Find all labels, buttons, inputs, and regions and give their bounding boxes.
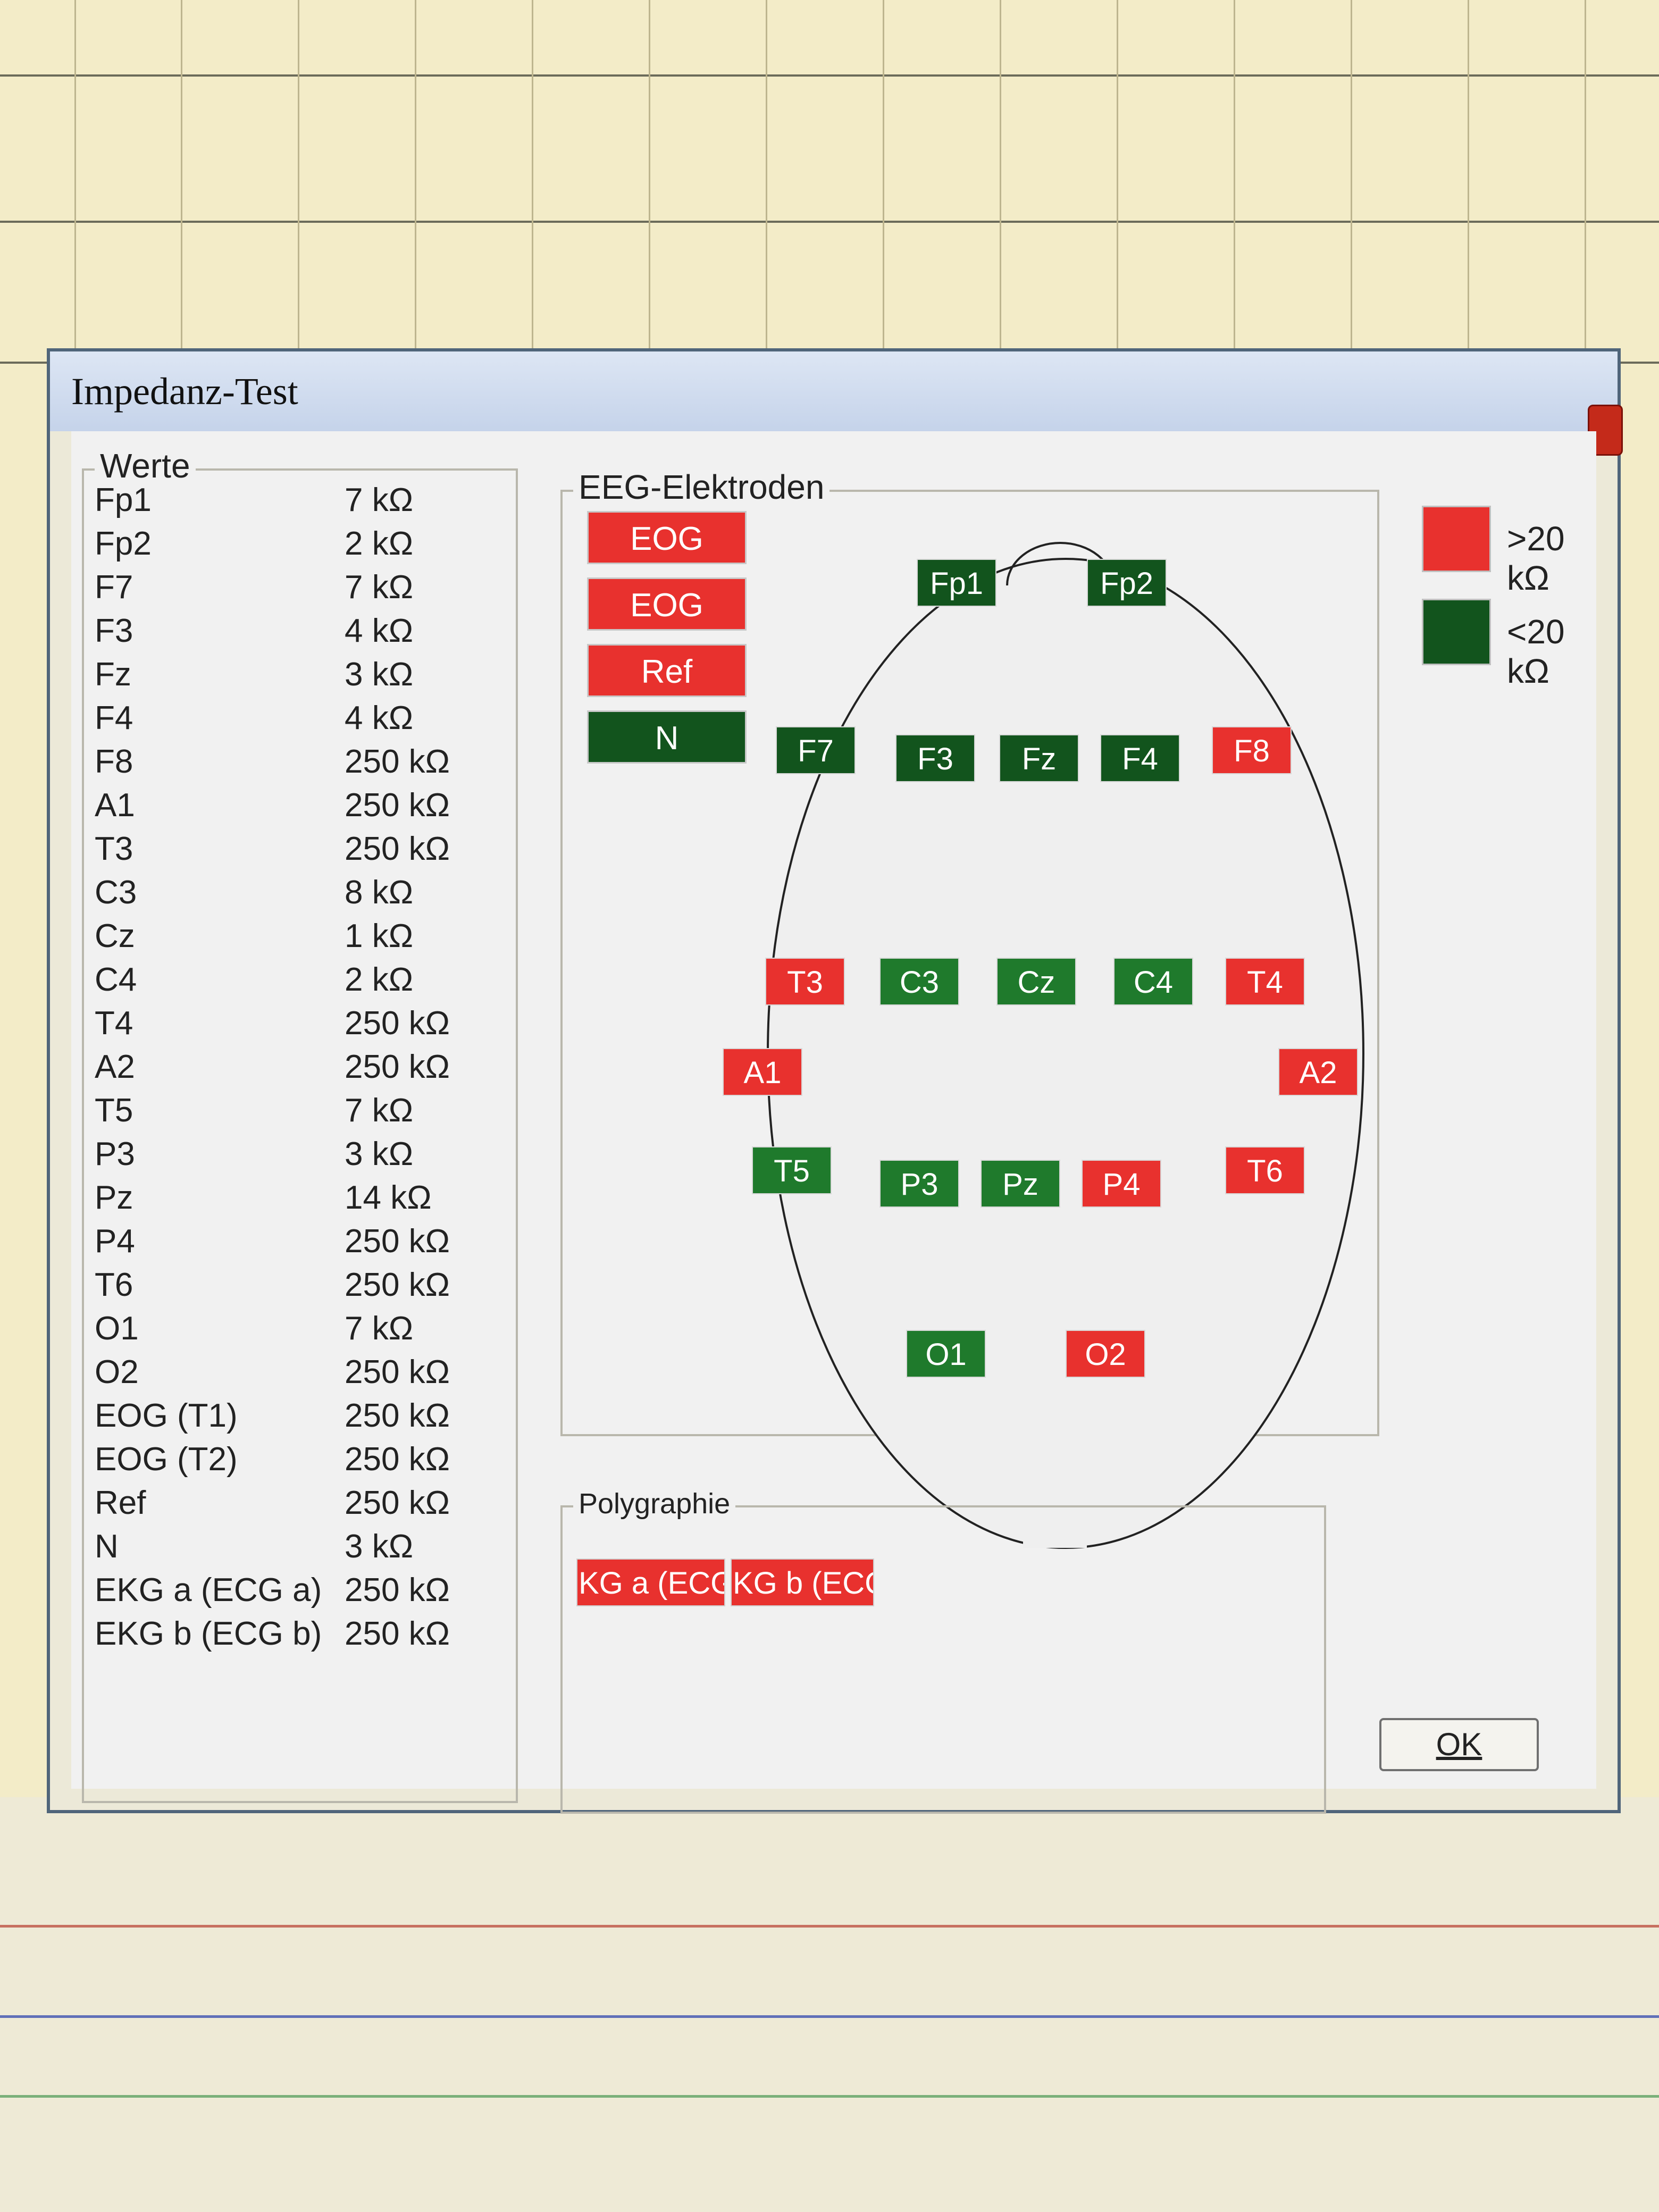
polygraphy-group-title: Polygraphie [573,1487,736,1520]
legend-high-swatch [1422,506,1491,572]
side-button-eog-0[interactable]: EOG [587,511,747,564]
ecg-b-button[interactable]: KG b (ECG [731,1559,874,1606]
electrode-t3[interactable]: T3 [765,958,845,1006]
polygraphy-group: Polygraphie [560,1487,1326,1814]
side-button-eog-1[interactable]: EOG [587,577,747,631]
electrode-p3[interactable]: P3 [879,1160,959,1208]
electrode-a2[interactable]: A2 [1278,1048,1358,1096]
ecg-a-button[interactable]: KG a (ECG [576,1559,725,1606]
electrode-pz[interactable]: Pz [981,1160,1060,1208]
electrode-o1[interactable]: O1 [906,1330,986,1378]
legend-low-label: <20 kΩ [1507,613,1565,690]
electrode-t6[interactable]: T6 [1225,1146,1305,1194]
legend-high-label: >20 kΩ [1507,520,1565,597]
electrode-fp2[interactable]: Fp2 [1087,559,1167,607]
electrode-p4[interactable]: P4 [1082,1160,1161,1208]
electrode-f4[interactable]: F4 [1100,734,1180,782]
impedance-test-dialog: Impedanz-Test Werte Fp1 7 kΩ Fp2 2 kΩ F7 7 kΩ… [47,348,1623,1814]
electrode-t4[interactable]: T4 [1225,958,1305,1006]
dialog-title: Impedanz-Test [50,351,1618,431]
electrode-fp1[interactable]: Fp1 [917,559,996,607]
legend-low-swatch [1422,599,1491,665]
electrode-o2[interactable]: O2 [1066,1330,1145,1378]
ok-button[interactable]: OK [1379,1718,1539,1771]
electrode-fz[interactable]: Fz [999,734,1079,782]
side-button-n-3[interactable]: N [587,710,747,764]
electrode-f7[interactable]: F7 [776,726,856,774]
electrode-c3[interactable]: C3 [879,958,959,1006]
electrode-t5[interactable]: T5 [752,1146,832,1194]
electrode-a1[interactable]: A1 [723,1048,802,1096]
electrode-cz[interactable]: Cz [996,958,1076,1006]
electrode-f3[interactable]: F3 [895,734,975,782]
electrode-c4[interactable]: C4 [1113,958,1193,1006]
electrode-f8[interactable]: F8 [1212,726,1292,774]
dialog-body: Werte Fp1 7 kΩ Fp2 2 kΩ F7 7 kΩ F3 4 kΩ Fz 3 kΩ F4… [71,431,1596,1814]
side-button-ref-2[interactable]: Ref [587,644,747,697]
